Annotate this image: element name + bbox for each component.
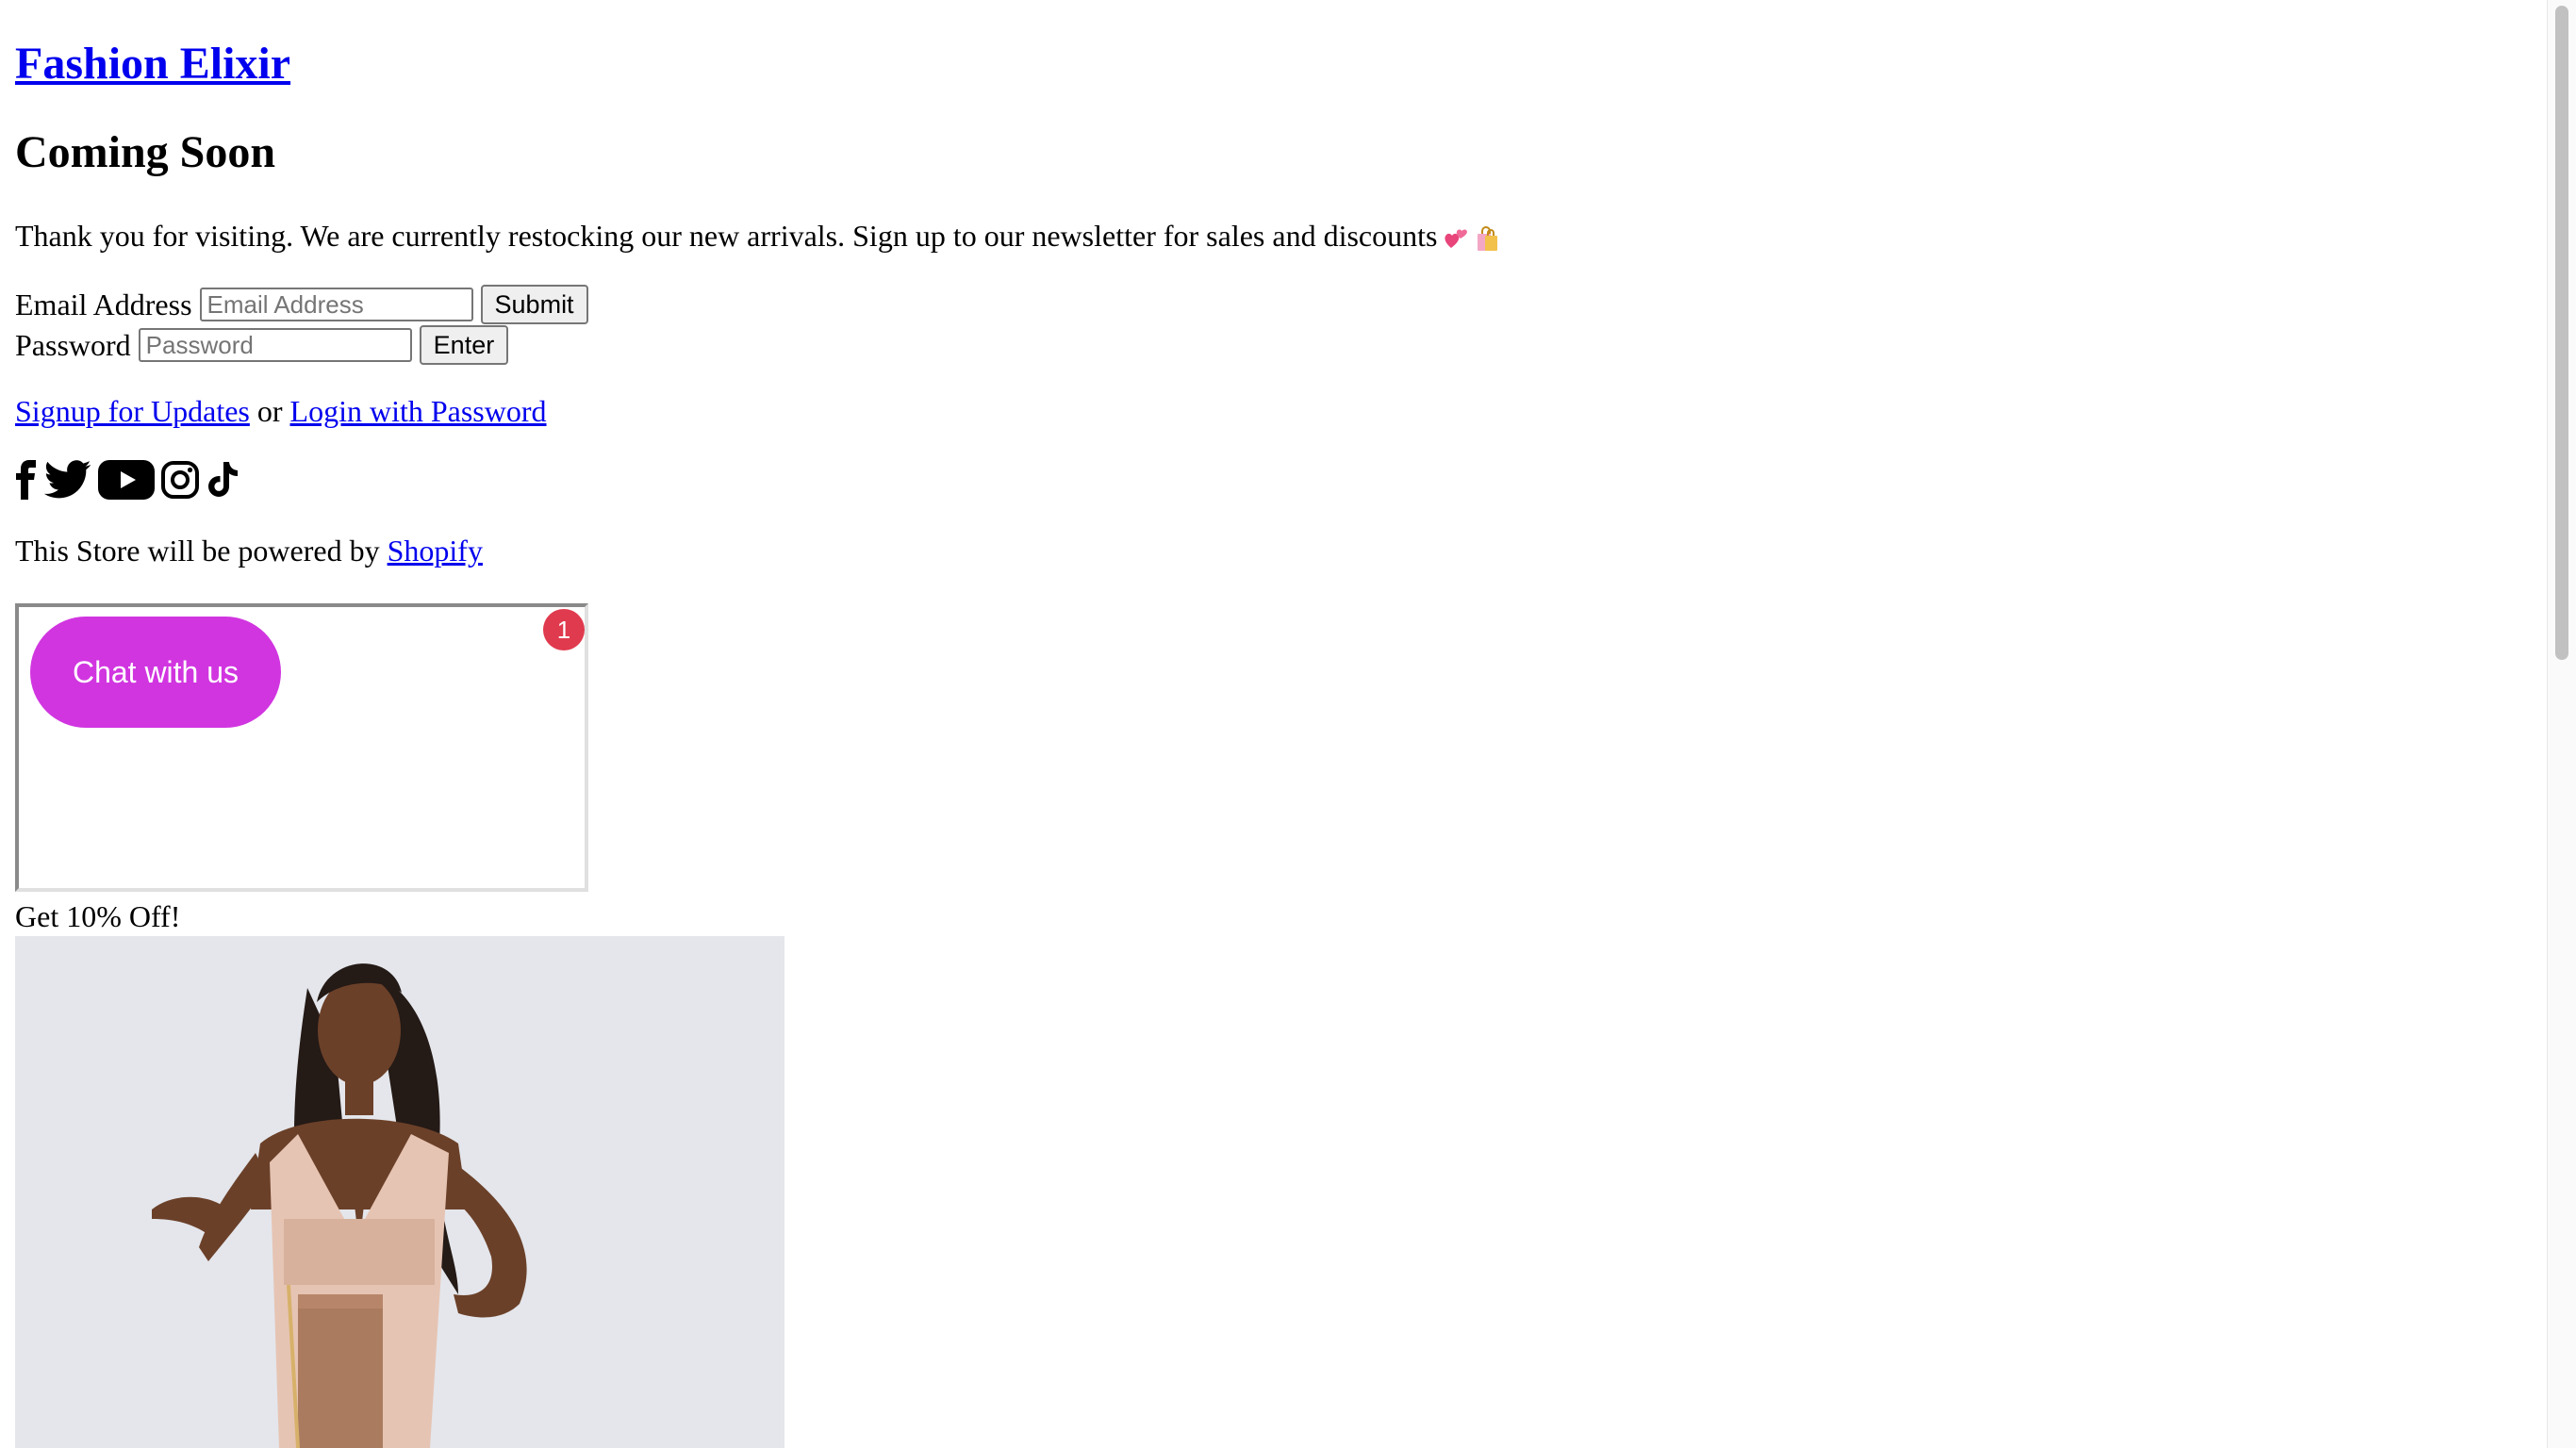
shopping-bags-icon — [1478, 225, 1498, 251]
intro-message: Thank you for visiting. We are currently… — [15, 219, 1438, 253]
chat-button[interactable]: Chat with us — [30, 617, 281, 728]
store-title: Fashion Elixir — [15, 38, 290, 90]
chat-notification-badge: 1 — [543, 609, 585, 650]
password-field[interactable] — [138, 328, 412, 362]
enter-button[interactable]: Enter — [419, 325, 509, 365]
submit-button[interactable]: Submit — [480, 285, 588, 324]
instagram-icon — [161, 461, 199, 499]
shopify-link[interactable]: Shopify — [388, 534, 483, 568]
form-switch-links: Signup for Updates or Login with Passwor… — [15, 394, 547, 429]
store-title-link[interactable]: Fashion Elixir — [15, 39, 290, 89]
facebook-icon — [16, 460, 36, 500]
model-photo — [15, 936, 784, 1448]
email-field[interactable] — [199, 288, 473, 321]
two-hearts-icon — [1445, 229, 1468, 248]
promo-image — [15, 936, 784, 1448]
newsletter-form: Email Address Submit — [15, 285, 588, 324]
password-label: Password — [15, 327, 131, 362]
powered-by: This Store will be powered by Shopify — [15, 534, 483, 568]
facebook-link[interactable] — [15, 460, 38, 500]
promo-text: Get 10% Off! — [15, 899, 181, 933]
page-scrollbar[interactable] — [2547, 0, 2576, 1448]
social-links — [15, 460, 239, 500]
instagram-link[interactable] — [160, 460, 200, 500]
login-link[interactable]: Login with Password — [290, 394, 547, 428]
intro-emoji — [1443, 225, 1501, 254]
chat-widget-frame: Chat with us 1 — [15, 603, 588, 892]
links-separator: or — [256, 394, 283, 428]
intro-text: Thank you for visiting. We are currently… — [15, 215, 1501, 256]
password-form: Password Enter — [15, 325, 509, 365]
powered-by-text: This Store will be powered by — [15, 534, 380, 568]
youtube-icon — [98, 460, 155, 500]
tiktok-link[interactable] — [206, 460, 239, 500]
scrollbar-thumb[interactable] — [2555, 6, 2568, 660]
signup-link[interactable]: Signup for Updates — [15, 394, 250, 428]
youtube-link[interactable] — [98, 460, 155, 500]
page-heading: Coming Soon — [15, 127, 276, 177]
tiktok-icon — [208, 462, 238, 497]
twitter-link[interactable] — [43, 460, 92, 500]
email-label: Email Address — [15, 287, 192, 321]
twitter-icon — [43, 460, 91, 499]
